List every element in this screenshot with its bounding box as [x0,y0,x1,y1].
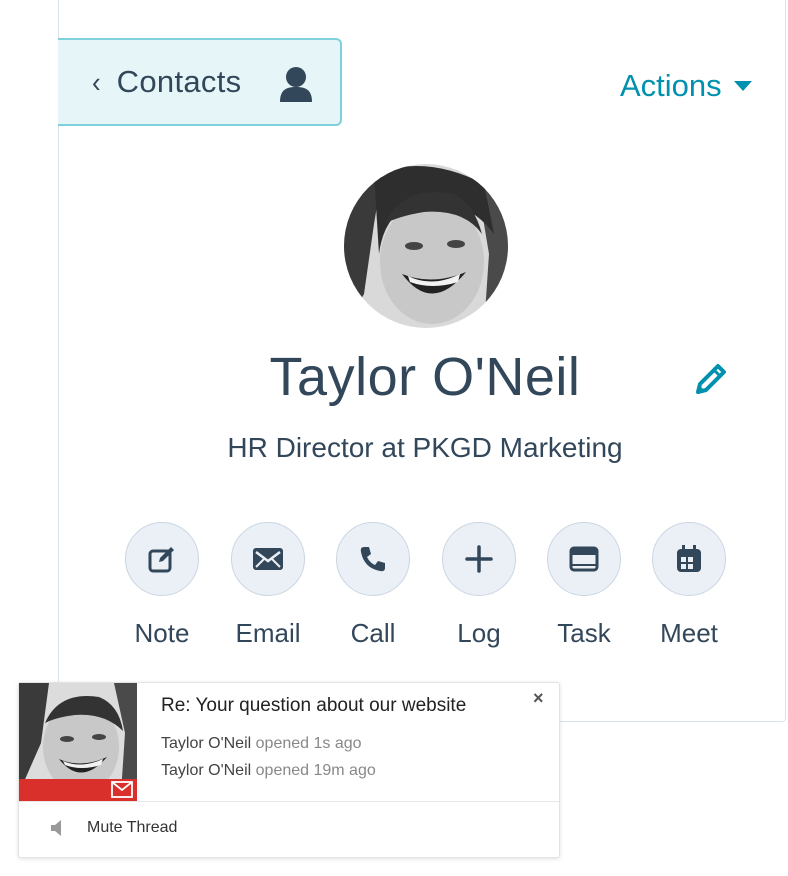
actions-dropdown[interactable]: Actions [620,66,752,106]
speaker-icon [51,820,61,836]
log-button[interactable]: Log [424,522,534,649]
actions-label: Actions [620,68,722,103]
call-button[interactable]: Call [318,522,428,649]
back-to-contacts-button[interactable]: ‹ Contacts [58,38,342,126]
contact-avatar [344,164,508,328]
event-status: opened 19m ago [255,762,376,779]
email-label: Email [235,618,301,648]
back-button-label: Contacts [116,64,242,99]
meet-label: Meet [660,618,718,648]
mute-thread-label: Mute Thread [87,819,178,836]
email-icon [253,548,283,570]
mute-thread-button[interactable]: Mute Thread [49,819,177,837]
email-open-notification[interactable]: Re: Your question about our website × Ta… [18,682,560,858]
notification-divider [19,801,559,802]
note-label: Note [134,618,190,648]
call-icon [360,547,385,572]
notification-subject: Re: Your question about our website [161,695,467,716]
notification-event: Taylor O'Neil opened 19m ago [161,762,376,780]
meet-button[interactable]: Meet [634,522,744,649]
event-contact: Taylor O'Neil [161,762,252,779]
event-status: opened 1s ago [255,735,362,752]
note-icon [148,547,174,573]
person-icon [280,67,312,102]
contact-name: Taylor O'Neil [269,347,581,407]
email-button[interactable]: Email [213,522,323,649]
log-label: Log [457,618,501,648]
note-button[interactable]: Note [107,522,217,649]
task-label: Task [557,618,611,648]
notification-event: Taylor O'Neil opened 1s ago [161,735,362,753]
chevron-left-icon: ‹ [92,65,101,99]
call-label: Call [350,618,396,648]
envelope-icon [111,781,133,798]
plus-icon [465,545,493,573]
task-button[interactable]: Task [529,522,639,649]
caret-down-icon [733,81,752,91]
event-contact: Taylor O'Neil [161,735,252,752]
contact-job-title: HR Director at PKGD Marketing [227,432,623,463]
task-icon [569,546,599,572]
close-icon[interactable]: × [533,688,544,709]
pencil-icon[interactable] [692,360,730,398]
calendar-icon [677,545,701,572]
